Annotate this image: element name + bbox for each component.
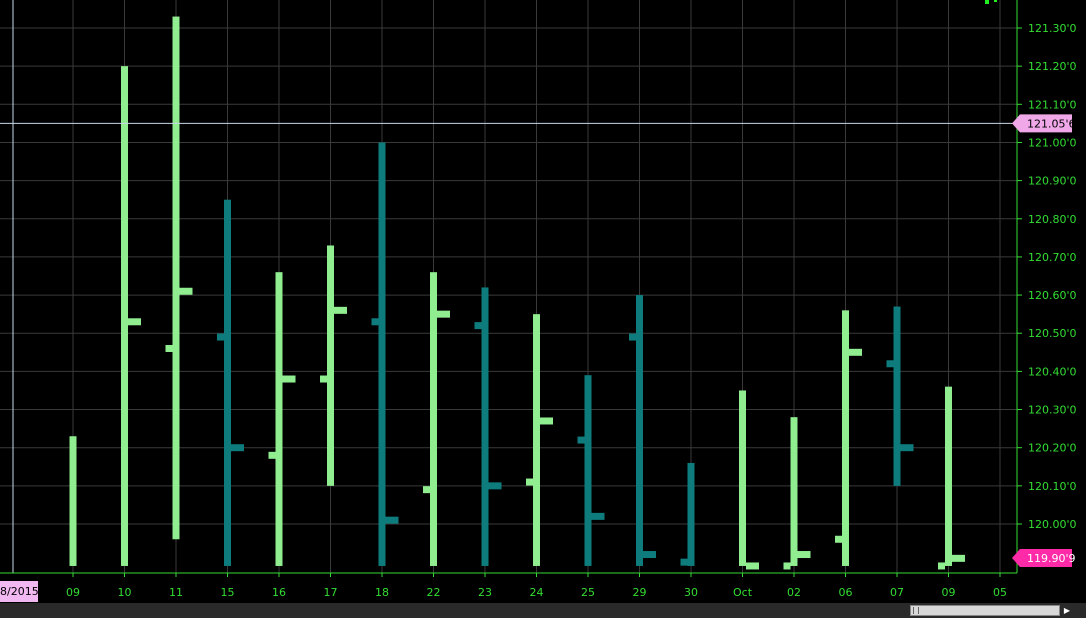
close-tick bbox=[540, 417, 553, 425]
y-tick-label: 121.10'0 bbox=[1028, 98, 1077, 111]
close-tick bbox=[334, 306, 347, 314]
close-tick bbox=[591, 512, 605, 520]
ohlc-bar bbox=[481, 287, 489, 566]
ohlc-bar bbox=[275, 272, 283, 566]
close-tick bbox=[179, 287, 193, 295]
close-tick bbox=[488, 482, 502, 490]
y-tick-label: 120.00'0 bbox=[1028, 518, 1077, 531]
close-tick bbox=[437, 310, 450, 318]
x-tick-label: 16 bbox=[272, 586, 286, 599]
y-tick-label: 121.20'0 bbox=[1028, 60, 1077, 73]
ohlc-bar bbox=[790, 417, 798, 566]
start-date-label: 8/2015 bbox=[0, 581, 38, 602]
close-tick bbox=[849, 348, 862, 356]
y-tick-label: 121.00'0 bbox=[1028, 136, 1077, 149]
y-tick-label: 120.90'0 bbox=[1028, 175, 1077, 188]
y-tick-label: 120.60'0 bbox=[1028, 289, 1077, 302]
open-tick bbox=[886, 360, 894, 368]
crosshair-price-label: 121.05'6 bbox=[1027, 117, 1076, 130]
ohlc-bar bbox=[378, 142, 386, 566]
x-tick-label: 22 bbox=[427, 586, 441, 599]
y-tick-label: 120.10'0 bbox=[1028, 480, 1077, 493]
open-tick bbox=[320, 375, 327, 383]
x-tick-label: 23 bbox=[478, 586, 492, 599]
open-tick bbox=[371, 318, 379, 326]
x-tick-label: 25 bbox=[581, 586, 595, 599]
x-tick-label: 09 bbox=[942, 586, 956, 599]
x-tick-label: 02 bbox=[787, 586, 801, 599]
close-tick bbox=[231, 444, 244, 452]
ohlc-bar bbox=[430, 272, 437, 566]
y-tick-label: 120.20'0 bbox=[1028, 442, 1077, 455]
ohlc-bar bbox=[687, 462, 695, 566]
open-tick bbox=[526, 478, 533, 486]
ohlc-bar bbox=[584, 375, 592, 566]
x-tick-label: 09 bbox=[66, 586, 80, 599]
top-marker-icon bbox=[994, 0, 997, 2]
open-tick bbox=[165, 344, 173, 352]
x-tick-label: 17 bbox=[324, 586, 338, 599]
y-tick-label: 120.30'0 bbox=[1028, 404, 1077, 417]
close-tick bbox=[128, 318, 141, 326]
price-chart[interactable]: 121.30'0 121.20'0 121.10'0 121.00'0 120.90'0… bbox=[0, 0, 1086, 603]
x-tick-label: 30 bbox=[684, 586, 698, 599]
ohlc-bar bbox=[327, 245, 334, 486]
ohlc-bars bbox=[69, 16, 965, 570]
open-tick bbox=[474, 322, 482, 330]
last-price-label: 119.90'9 bbox=[1027, 552, 1076, 565]
open-tick bbox=[783, 562, 791, 570]
x-tick-label: 05 bbox=[993, 586, 1007, 599]
y-tick-label: 120.80'0 bbox=[1028, 213, 1077, 226]
open-tick bbox=[938, 562, 945, 570]
close-tick bbox=[952, 554, 965, 562]
ohlc-bar bbox=[533, 314, 540, 566]
scroll-thumb[interactable] bbox=[913, 607, 919, 614]
ohlc-bar bbox=[69, 436, 77, 566]
open-tick bbox=[835, 535, 842, 543]
open-tick bbox=[629, 333, 636, 341]
chart-window: 121.30'0 121.20'0 121.10'0 121.00'0 120.90'0… bbox=[0, 0, 1086, 618]
y-tick-label: 121.30'0 bbox=[1028, 22, 1077, 35]
close-tick bbox=[643, 551, 656, 559]
open-tick bbox=[680, 558, 688, 566]
x-tick-label: 15 bbox=[221, 586, 235, 599]
x-tick-label: Oct bbox=[733, 586, 753, 599]
x-tick-label: 24 bbox=[530, 586, 544, 599]
close-tick bbox=[746, 562, 759, 570]
horizontal-scrollbar[interactable]: ▶ bbox=[0, 603, 1086, 618]
x-tick-label: 29 bbox=[633, 586, 647, 599]
close-tick bbox=[900, 444, 914, 452]
x-tick-label: 11 bbox=[169, 586, 183, 599]
x-tick-label: 07 bbox=[890, 586, 904, 599]
x-tick-label: 18 bbox=[375, 586, 389, 599]
ohlc-bar bbox=[172, 16, 180, 540]
scroll-track[interactable] bbox=[910, 605, 1060, 616]
close-tick bbox=[385, 516, 399, 524]
ohlc-bar bbox=[224, 199, 231, 566]
open-tick bbox=[217, 333, 224, 341]
y-tick-label: 120.50'0 bbox=[1028, 327, 1077, 340]
x-tick-label: 10 bbox=[118, 586, 132, 599]
y-tick-label: 120.40'0 bbox=[1028, 365, 1077, 378]
grid bbox=[0, 0, 1017, 573]
ohlc-bar bbox=[842, 310, 849, 566]
y-tick-label: 120.70'0 bbox=[1028, 251, 1077, 264]
open-tick bbox=[268, 451, 276, 459]
ohlc-bar bbox=[945, 386, 952, 566]
ohlc-bar bbox=[121, 66, 128, 566]
scroll-right-arrow-icon[interactable]: ▶ bbox=[1062, 605, 1072, 616]
close-tick bbox=[797, 551, 811, 559]
top-marker-icon bbox=[985, 0, 989, 4]
x-tick-label: 06 bbox=[839, 586, 853, 599]
ohlc-bar bbox=[636, 295, 643, 566]
ohlc-bar bbox=[739, 390, 746, 566]
open-tick bbox=[577, 436, 585, 444]
close-tick bbox=[282, 375, 296, 383]
ohlc-bar bbox=[893, 306, 901, 486]
open-tick bbox=[423, 486, 430, 494]
